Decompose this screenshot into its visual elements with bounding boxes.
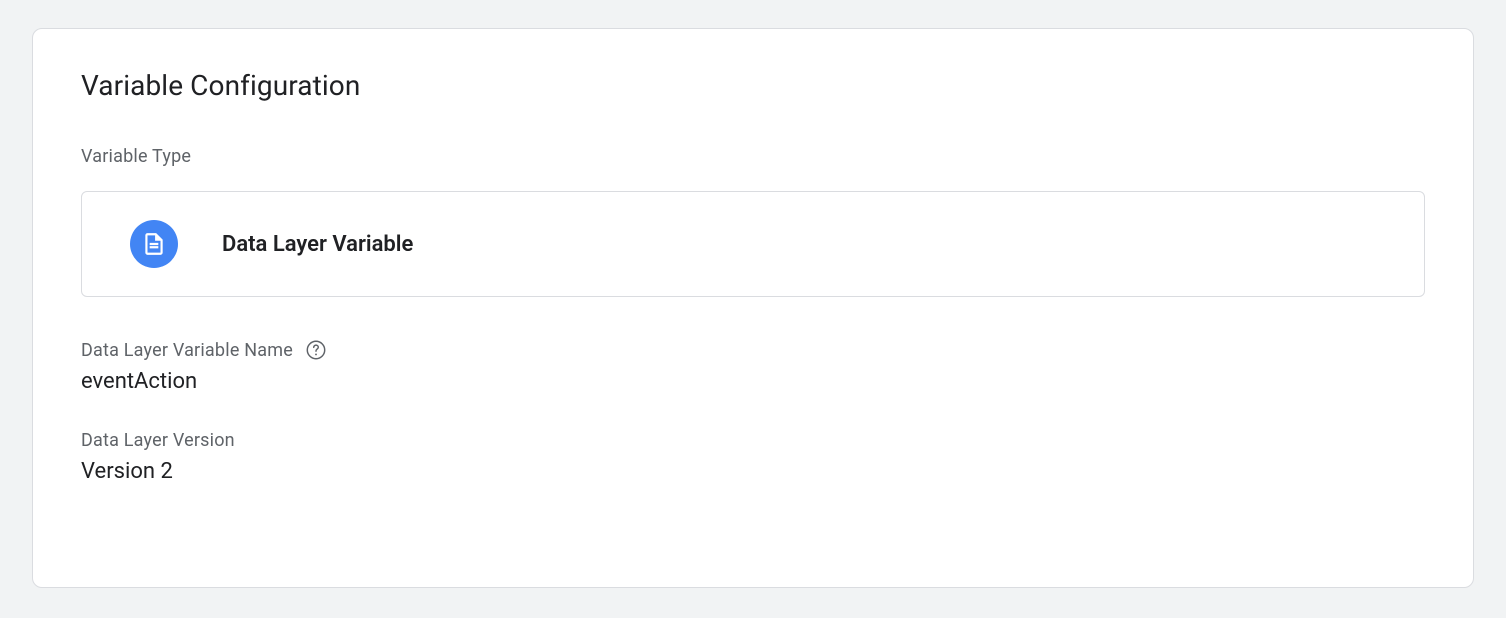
help-icon[interactable] — [305, 339, 327, 361]
variable-type-selector[interactable]: Data Layer Variable — [81, 191, 1425, 297]
variable-type-name: Data Layer Variable — [222, 232, 413, 257]
version-label: Data Layer Version — [81, 430, 235, 451]
document-icon — [130, 220, 178, 268]
variable-name-value: eventAction — [81, 369, 1425, 394]
card-title: Variable Configuration — [81, 69, 1425, 102]
version-value: Version 2 — [81, 459, 1425, 484]
variable-configuration-card: Variable Configuration Variable Type Dat… — [32, 28, 1474, 588]
variable-name-label: Data Layer Variable Name — [81, 340, 293, 361]
variable-type-label: Variable Type — [81, 146, 1425, 167]
data-layer-version-field: Data Layer Version Version 2 — [81, 430, 1425, 484]
data-layer-variable-name-field: Data Layer Variable Name eventAction — [81, 339, 1425, 394]
